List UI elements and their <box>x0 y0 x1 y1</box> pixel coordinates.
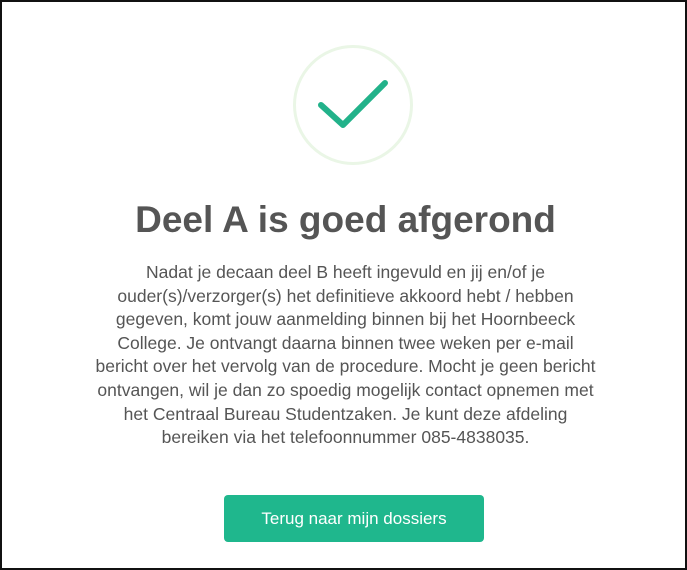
back-to-dossiers-button[interactable]: Terug naar mijn dossiers <box>224 495 484 542</box>
success-icon-ring <box>293 45 413 165</box>
message-line: bereiken via het telefoonnummer 085-4838… <box>161 427 530 448</box>
message-line: College. Je ontvangt daarna binnen twee … <box>117 332 574 353</box>
dialog-title: Deel A is goed afgerond <box>135 199 556 240</box>
message-line: het Centraal Bureau Studentzaken. Je kun… <box>123 403 568 424</box>
message-line: gegeven, komt jouw aanmelding binnen bij… <box>115 309 576 330</box>
message-line: ontvangen, wil je dan zo spoedig mogelij… <box>97 379 594 400</box>
message-line: Nadat je decaan deel B heeft ingevuld en… <box>146 262 545 282</box>
message-line: bericht over het vervolg van de procedur… <box>95 356 596 377</box>
checkmark-icon <box>318 80 388 128</box>
dialog-message: Nadat je decaan deel B heeft ingevuld en… <box>26 261 665 450</box>
message-line: ouder(s)/verzorger(s) het definitieve ak… <box>117 285 574 306</box>
success-dialog: Deel A is goed afgerond Nadat je decaan … <box>0 0 687 570</box>
